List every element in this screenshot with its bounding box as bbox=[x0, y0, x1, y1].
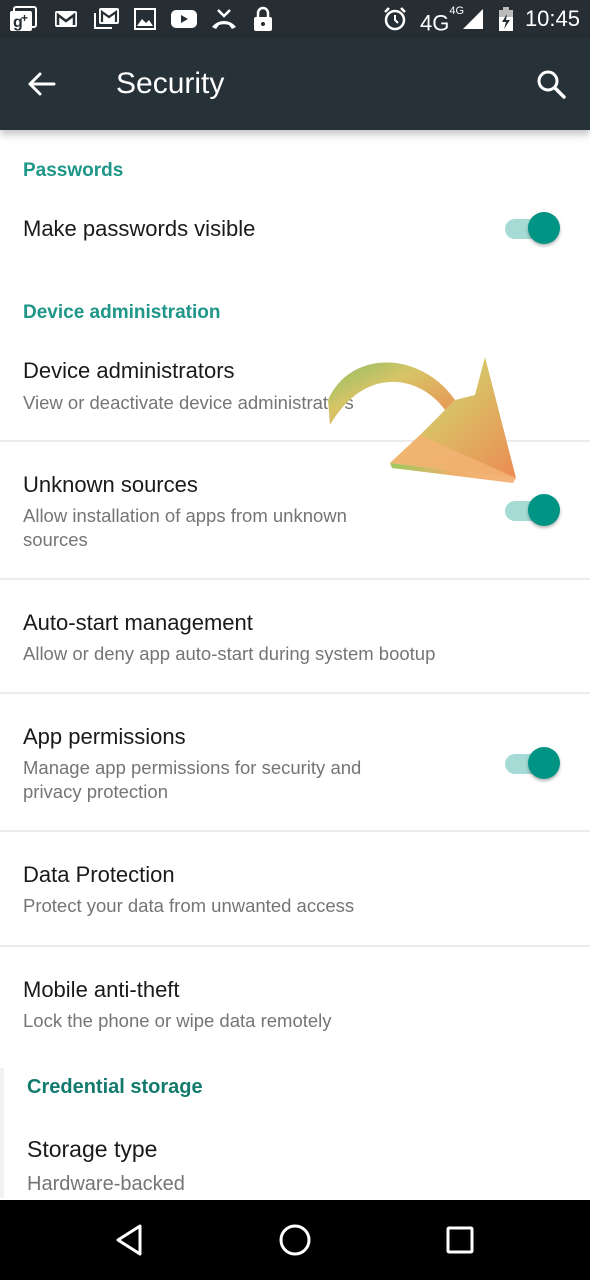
youtube-icon bbox=[170, 6, 198, 32]
setting-app-permissions[interactable]: App permissions Manage app permissions f… bbox=[0, 694, 590, 830]
setting-device-administrators[interactable]: Device administrators View or deactivate… bbox=[0, 345, 590, 440]
back-button[interactable] bbox=[22, 66, 62, 102]
toggle-thumb bbox=[528, 494, 560, 526]
page-title: Security bbox=[116, 67, 225, 100]
setting-summary: Allow installation of apps from unknown … bbox=[23, 505, 347, 550]
setting-title: Make passwords visible bbox=[23, 216, 256, 241]
setting-make-passwords-visible[interactable]: Make passwords visible bbox=[0, 200, 590, 260]
setting-summary: Hardware-backed bbox=[27, 1173, 185, 1195]
setting-unknown-sources[interactable]: Unknown sources Allow installation of ap… bbox=[0, 442, 590, 578]
nav-recents-icon bbox=[446, 1226, 474, 1254]
nav-back-icon bbox=[116, 1224, 142, 1256]
setting-title: App permissions bbox=[23, 724, 186, 749]
setting-data-protection[interactable]: Data Protection Protect your data from u… bbox=[0, 832, 590, 945]
setting-title: Unknown sources bbox=[23, 472, 198, 497]
battery-charging-icon bbox=[498, 6, 514, 32]
nav-home-icon bbox=[279, 1224, 311, 1256]
clock: 10:45 bbox=[524, 6, 580, 31]
edge-line bbox=[0, 1068, 4, 1198]
setting-summary: Protect your data from unwanted access bbox=[23, 895, 355, 916]
search-icon bbox=[537, 70, 566, 99]
setting-title: Auto-start management bbox=[23, 610, 253, 635]
toggle-thumb bbox=[528, 212, 560, 244]
nav-back-button[interactable] bbox=[105, 1220, 155, 1260]
missed-call-icon bbox=[210, 6, 238, 32]
svg-text:+: + bbox=[21, 11, 28, 25]
lock-icon bbox=[252, 6, 274, 32]
setting-summary: View or deactivate device administrators bbox=[23, 392, 354, 413]
app-permissions-toggle[interactable] bbox=[502, 745, 562, 781]
toggle-thumb bbox=[528, 747, 560, 779]
setting-title: Data Protection bbox=[23, 862, 175, 887]
setting-auto-start-management[interactable]: Auto-start management Allow or deny app … bbox=[0, 580, 590, 692]
network-type: 4G4G bbox=[420, 5, 465, 36]
gmail-icon bbox=[54, 6, 78, 32]
section-header-credential-storage: Credential storage bbox=[27, 1076, 203, 1098]
make-passwords-visible-toggle[interactable] bbox=[502, 210, 562, 246]
navigation-bar bbox=[0, 1200, 590, 1280]
app-bar: Security bbox=[0, 38, 590, 130]
setting-summary: Manage app permissions for security and … bbox=[23, 757, 362, 802]
setting-storage-type[interactable]: Storage type Hardware-backed bbox=[0, 1120, 590, 1200]
section-header-device-administration: Device administration bbox=[23, 302, 221, 323]
nav-recents-button[interactable] bbox=[435, 1220, 485, 1260]
status-bar: g + 4G4G 10:45 bbox=[0, 0, 590, 38]
google-plus-icon: g + bbox=[8, 6, 38, 32]
signal-icon bbox=[462, 6, 484, 32]
gmail-multiple-icon bbox=[92, 6, 120, 32]
setting-mobile-anti-theft[interactable]: Mobile anti-theft Lock the phone or wipe… bbox=[0, 947, 590, 1057]
setting-summary: Lock the phone or wipe data remotely bbox=[23, 1010, 332, 1031]
alarm-icon bbox=[382, 6, 408, 32]
setting-summary: Allow or deny app auto-start during syst… bbox=[23, 643, 436, 664]
setting-title: Device administrators bbox=[23, 358, 235, 383]
arrow-back-icon bbox=[28, 72, 56, 96]
settings-list[interactable]: Passwords Make passwords visible Device … bbox=[0, 130, 590, 1200]
image-icon bbox=[134, 6, 156, 32]
unknown-sources-toggle[interactable] bbox=[502, 492, 562, 528]
section-header-passwords: Passwords bbox=[23, 160, 124, 181]
search-button[interactable] bbox=[532, 66, 572, 102]
nav-home-button[interactable] bbox=[270, 1220, 320, 1260]
setting-title: Storage type bbox=[27, 1136, 158, 1162]
setting-title: Mobile anti-theft bbox=[23, 977, 180, 1002]
